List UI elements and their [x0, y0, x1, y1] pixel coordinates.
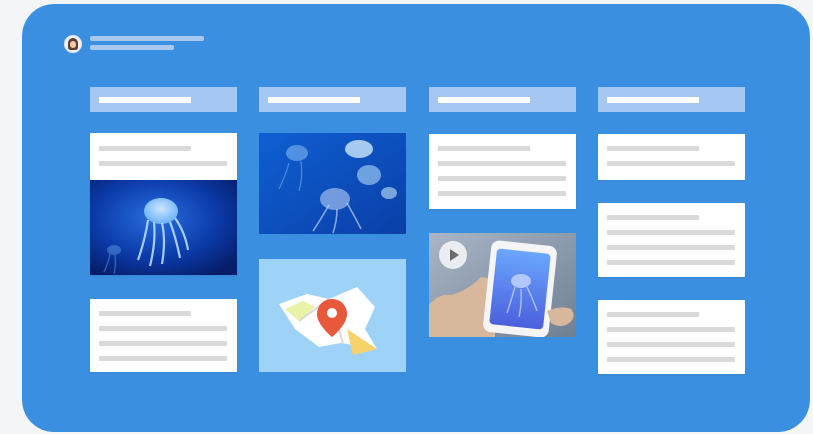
column-header-1[interactable] — [90, 87, 237, 112]
card-text-5[interactable] — [598, 300, 745, 374]
video-card[interactable] — [429, 233, 576, 337]
column-header-2[interactable] — [259, 87, 406, 112]
card-jellyfish[interactable] — [90, 133, 237, 275]
board-subtitle-placeholder — [90, 45, 174, 50]
board-title-placeholder — [90, 36, 204, 41]
column-header-4[interactable] — [598, 87, 745, 112]
card-text-2[interactable] — [429, 134, 576, 209]
user-avatar-icon[interactable] — [64, 35, 82, 53]
jellyfish-photo — [90, 180, 237, 275]
card-text-1[interactable] — [90, 299, 237, 372]
card-text-3[interactable] — [598, 134, 745, 180]
map-pin-icon — [279, 287, 377, 355]
card-text-4[interactable] — [598, 203, 745, 277]
map-card[interactable] — [259, 259, 406, 372]
jellyfish-group-photo[interactable] — [259, 133, 406, 234]
column-header-3[interactable] — [429, 87, 576, 112]
play-video-icon[interactable] — [439, 241, 467, 269]
